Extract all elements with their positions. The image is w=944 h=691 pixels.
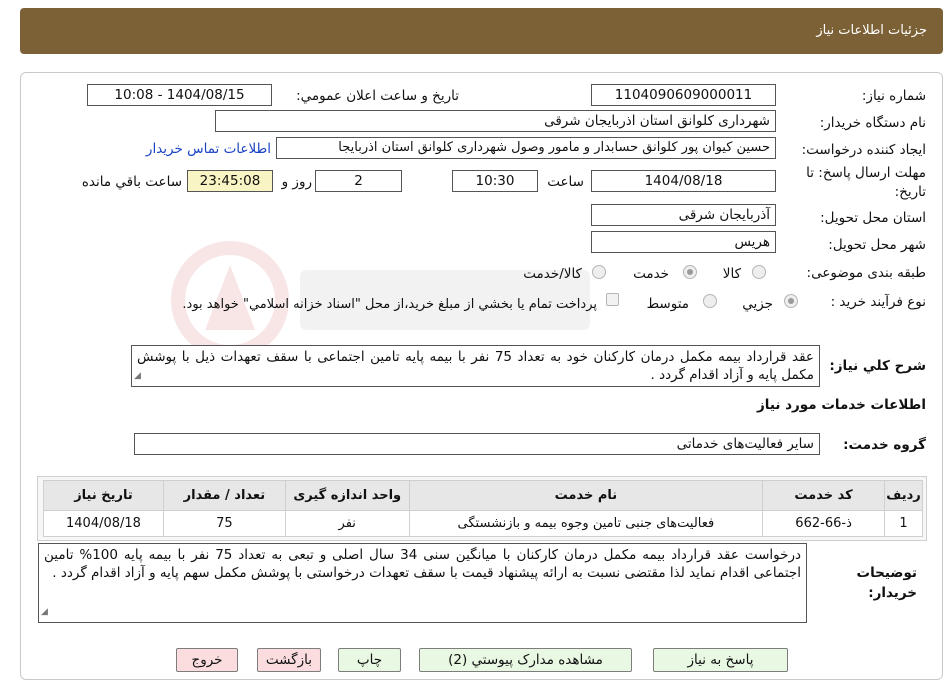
buyer-notes-label-2: خريدار:	[868, 585, 917, 601]
buyer-contact-link[interactable]: اطلاعات تماس خريدار	[146, 141, 271, 157]
general-description-label: شرح كلي نياز:	[829, 358, 926, 374]
buyer-org-label: نام دستگاه خريدار:	[819, 115, 926, 131]
general-description-text: عقد قرارداد بیمه مکمل درمان کارکنان خود …	[137, 349, 814, 383]
deadline-label: مهلت ارسال پاسخ: تا	[806, 165, 926, 181]
process-medium-label: متوسط	[646, 296, 689, 312]
col-row-header: رديف	[884, 480, 923, 511]
need-number-label: شماره نیاز:	[861, 88, 926, 104]
buyer-notes-text: درخواست عقد قرارداد بیمه مکمل درمان کارک…	[44, 547, 801, 581]
cell-unit: نفر	[284, 510, 410, 537]
deadline-days-label: روز و	[281, 174, 312, 190]
cell-code: ذ-66-662	[762, 510, 886, 537]
col-date-header: تاريخ نياز	[43, 480, 164, 511]
buyer-notes-label: توضيحات	[856, 565, 917, 581]
page-title: جزئیات اطلاعات نیاز	[816, 23, 927, 38]
cell-name: فعالیت‌های جنبی تامین وجوه بیمه و بازنشس…	[408, 510, 764, 537]
remaining-time-label: ساعت باقي مانده	[81, 174, 182, 190]
col-code-header: کد خدمت	[762, 480, 886, 511]
purchase-process-label: نوع فرآيند خريد :	[830, 294, 926, 310]
cell-date: 1404/08/18	[43, 510, 164, 537]
cell-row: 1	[884, 510, 923, 537]
deadline-label-date: تاریخ:	[894, 184, 926, 200]
service-group-field: ساير فعاليت‌هاى خدماتى	[134, 433, 820, 455]
respond-button[interactable]: پاسخ به نياز	[653, 648, 788, 672]
services-table-wrap: رديف کد خدمت نام خدمت واحد اندازه گيری ت…	[37, 476, 927, 541]
province-label: استان محل تحويل:	[820, 210, 926, 226]
process-medium-radio[interactable]	[703, 294, 717, 308]
col-name-header: نام خدمت	[408, 480, 764, 511]
radio-selected-dot	[687, 269, 693, 275]
deadline-time-label: ساعت	[547, 174, 584, 190]
category-service-label: خدمت	[633, 266, 669, 282]
view-attachments-button[interactable]: مشاهده مدارک پيوستي (2)	[419, 648, 632, 672]
deadline-date-field: 1404/08/18	[591, 170, 776, 192]
general-description-field[interactable]: عقد قرارداد بیمه مکمل درمان کارکنان خود …	[131, 345, 820, 387]
table-row: 1 ذ-66-662 فعالیت‌های جنبی تامین وجوه بی…	[43, 510, 923, 537]
city-field: هریس	[591, 231, 776, 253]
announce-label: تاریخ و ساعت اعلان عمومي:	[296, 88, 459, 104]
table-header-row: رديف کد خدمت نام خدمت واحد اندازه گيری ت…	[43, 480, 923, 511]
page-header: جزئیات اطلاعات نیاز	[20, 8, 943, 54]
print-button[interactable]: چاپ	[338, 648, 401, 672]
need-number-field: 1104090609000011	[591, 84, 776, 106]
resize-grip-icon[interactable]: ◢	[134, 367, 141, 385]
category-goods-label: کالا	[722, 266, 741, 282]
requester-field: حسین کیوان پور کلوانق حسابدار و مامور وص…	[276, 137, 776, 159]
deadline-days-field: 2	[315, 170, 402, 192]
deadline-time-field: 10:30	[452, 170, 538, 192]
col-qty-header: تعداد / مقدار	[162, 480, 286, 511]
category-label: طبقه بندی موضوعی:	[806, 265, 926, 281]
category-service-radio[interactable]	[683, 265, 697, 279]
payment-note: پرداخت تمام يا بخشي از مبلغ خريد،از محل …	[182, 297, 597, 312]
city-label: شهر محل تحويل:	[828, 237, 926, 253]
buyer-org-field: شهرداری کلوانق استان اذربایجان شرقی	[215, 110, 776, 132]
process-minor-radio[interactable]	[784, 294, 798, 308]
services-table: رديف کد خدمت نام خدمت واحد اندازه گيری ت…	[43, 480, 923, 537]
services-section-title: اطلاعات خدمات مورد نياز	[756, 397, 926, 413]
treasury-checkbox[interactable]	[606, 293, 619, 306]
col-unit-header: واحد اندازه گيری	[284, 480, 410, 511]
radio-selected-dot	[788, 298, 794, 304]
category-goods-service-radio[interactable]	[592, 265, 606, 279]
category-goods-radio[interactable]	[752, 265, 766, 279]
remaining-time-field: 23:45:08	[187, 170, 273, 192]
requester-label: ايجاد کننده درخواست:	[801, 142, 926, 158]
resize-grip-icon[interactable]: ◢	[41, 603, 48, 621]
service-group-label: گروه خدمت:	[843, 437, 926, 453]
cell-qty: 75	[162, 510, 286, 537]
exit-button[interactable]: خروج	[176, 648, 238, 672]
province-field: آذربایجان شرقی	[591, 204, 776, 226]
announce-field: 1404/08/15 - 10:08	[87, 84, 272, 106]
process-minor-label: جزيي	[742, 296, 773, 312]
back-button[interactable]: بازگشت	[257, 648, 321, 672]
category-goods-service-label: کالا/خدمت	[523, 266, 582, 282]
buyer-notes-field[interactable]: درخواست عقد قرارداد بیمه مکمل درمان کارک…	[38, 543, 807, 623]
